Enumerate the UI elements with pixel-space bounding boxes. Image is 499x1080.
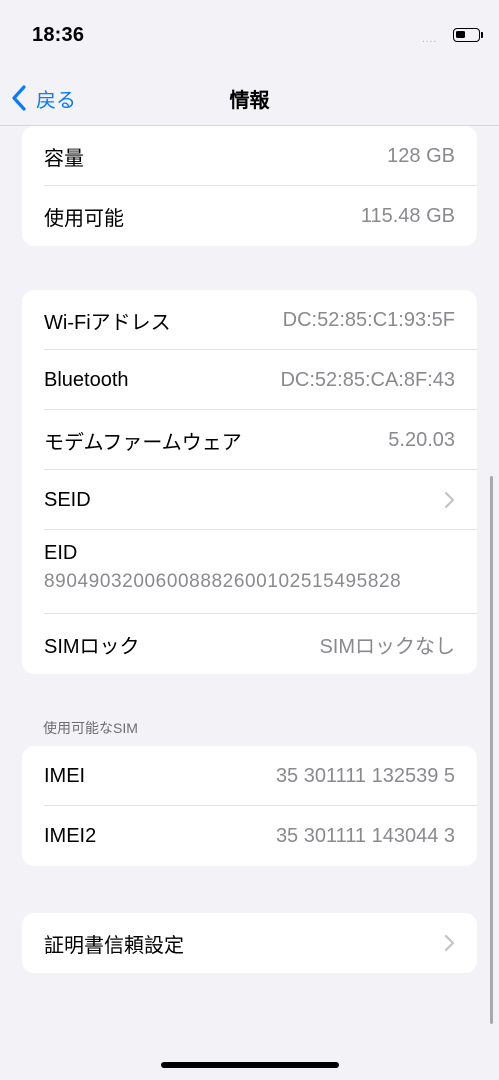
modem-firmware-value: 5.20.03 xyxy=(388,428,455,451)
page-title: 情報 xyxy=(229,90,270,112)
available-sim-header: 使用可能なSIM xyxy=(43,720,138,736)
scrollbar[interactable] xyxy=(490,476,493,1024)
eid-row: EID 89049032006008882600102515495828 xyxy=(22,530,477,614)
bluetooth-label: Bluetooth xyxy=(44,368,129,391)
imei-value: 35 301111 132539 5 xyxy=(275,764,455,787)
modem-firmware-label: モデムファームウェア xyxy=(44,431,242,454)
navigation-bar: 戻る 情報 xyxy=(0,70,499,126)
capacity-label: 容量 xyxy=(44,147,84,170)
available-row: 使用可能 115.48 GB xyxy=(22,186,477,246)
chevron-right-icon xyxy=(444,491,455,509)
imei2-row: IMEI2 35 301111 143044 3 xyxy=(22,806,477,866)
available-label: 使用可能 xyxy=(44,207,124,230)
certificate-group: 証明書信頼設定 xyxy=(22,913,477,973)
battery-tip xyxy=(481,32,483,38)
capacity-row: 容量 128 GB xyxy=(22,126,477,186)
imei-label: IMEI xyxy=(44,764,86,787)
eid-value: 89049032006008882600102515495828 xyxy=(44,571,402,592)
battery-level xyxy=(456,31,465,38)
home-indicator[interactable] xyxy=(161,1062,339,1068)
sim-lock-row: SIMロック SIMロックなし xyxy=(22,614,477,674)
capacity-value: 128 GB xyxy=(387,144,455,167)
wifi-address-label: Wi-Fiアドレス xyxy=(44,311,171,334)
seid-row[interactable]: SEID xyxy=(22,470,477,530)
bluetooth-row: Bluetooth DC:52:85:CA:8F:43 xyxy=(22,350,477,410)
available-value: 115.48 GB xyxy=(360,204,455,227)
status-bar: 18:36 .... xyxy=(0,0,499,70)
sim-group: IMEI 35 301111 132539 5 IMEI2 35 301111 … xyxy=(22,746,477,866)
signal-icon: .... xyxy=(422,34,438,45)
certificate-trust-row[interactable]: 証明書信頼設定 xyxy=(22,913,477,973)
seid-label: SEID xyxy=(44,488,91,511)
sim-lock-label: SIMロック xyxy=(44,635,140,658)
modem-firmware-row: モデムファームウェア 5.20.03 xyxy=(22,410,477,470)
imei2-label: IMEI2 xyxy=(44,824,97,847)
imei2-value: 35 301111 143044 3 xyxy=(275,824,455,847)
battery-icon xyxy=(453,28,480,42)
eid-label: EID xyxy=(44,542,78,564)
bluetooth-value: DC:52:85:CA:8F:43 xyxy=(280,368,455,391)
network-group: Wi-Fiアドレス DC:52:85:C1:93:5F Bluetooth DC… xyxy=(22,290,477,674)
certificate-trust-label: 証明書信頼設定 xyxy=(44,934,184,957)
storage-group: 容量 128 GB 使用可能 115.48 GB xyxy=(22,126,477,246)
wifi-address-value: DC:52:85:C1:93:5F xyxy=(282,308,455,331)
chevron-right-icon xyxy=(444,934,455,952)
status-time: 18:36 xyxy=(32,24,85,46)
about-screen: 18:36 .... 戻る 情報 容量 128 GB 使用可能 115.48 G… xyxy=(0,0,499,1080)
imei-row: IMEI 35 301111 132539 5 xyxy=(22,746,477,806)
sim-lock-value: SIMロックなし xyxy=(319,635,455,658)
wifi-address-row: Wi-Fiアドレス DC:52:85:C1:93:5F xyxy=(22,290,477,350)
